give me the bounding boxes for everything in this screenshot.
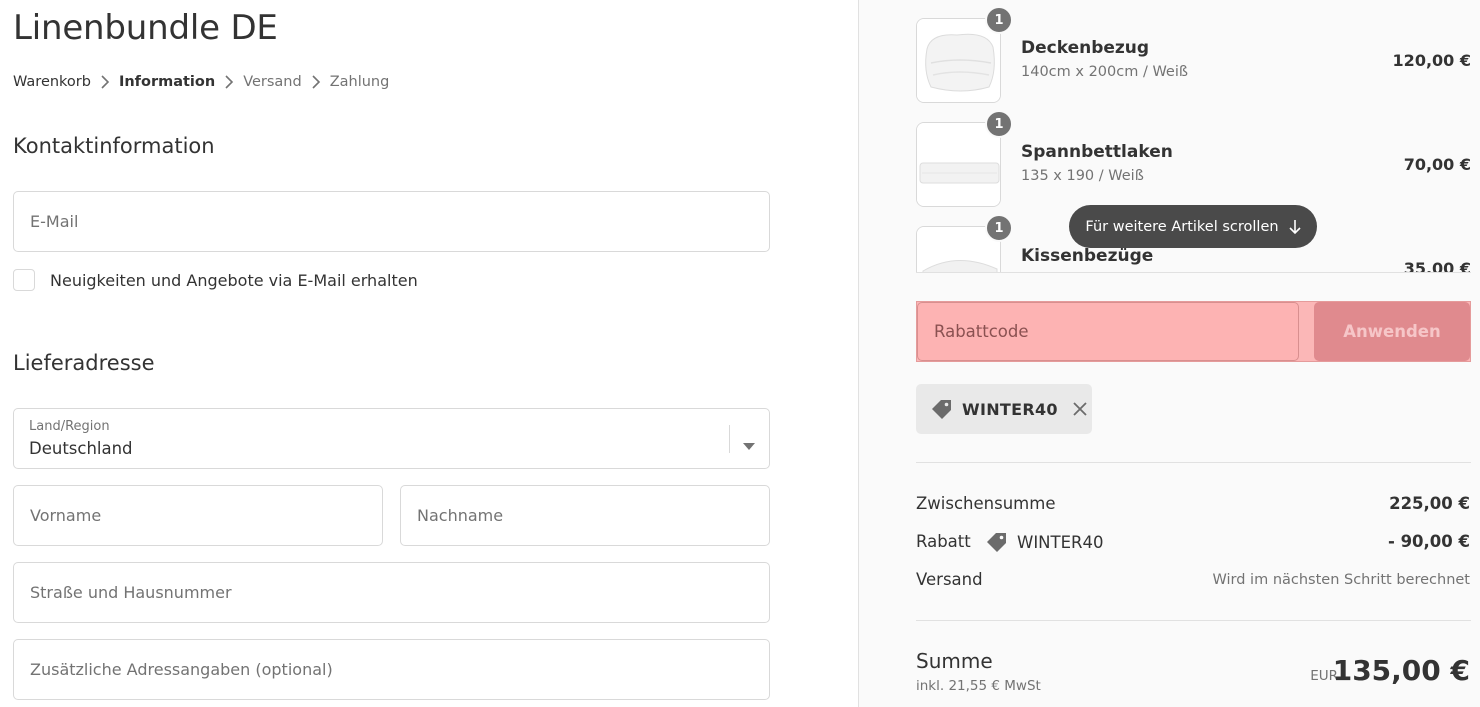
product-item: 1 Deckenbezug 140cm x 200cm / Weiß 120,0… — [916, 6, 1471, 106]
email-field-wrapper — [13, 191, 770, 252]
product-price: 120,00 € — [1392, 51, 1471, 70]
total-divider — [916, 620, 1471, 621]
caret-down-icon — [743, 435, 755, 454]
chevron-right-icon — [215, 75, 243, 89]
shipping-section-title: Lieferadresse — [13, 351, 155, 375]
shipping-label: Versand — [916, 570, 983, 589]
tag-icon — [987, 533, 1006, 552]
product-price: 35,00 € — [1403, 259, 1471, 272]
breadcrumb-information: Information — [118, 74, 216, 90]
product-item: 1 Spannbettlaken 135 x 190 / Weiß 70,00 … — [916, 110, 1471, 210]
scroll-hint-text: Für weitere Artikel scrollen — [1085, 218, 1279, 235]
total-label: Summe — [916, 649, 993, 673]
product-variant: 140cm x 200cm / Weiß — [1021, 64, 1189, 80]
scroll-hint[interactable]: Für weitere Artikel scrollen — [1069, 205, 1317, 248]
select-divider — [729, 425, 730, 453]
product-name: Kissenbezüge — [1021, 246, 1154, 266]
newsletter-label: Neuigkeiten und Angebote via E-Mail erha… — [50, 270, 418, 290]
tag-icon — [932, 400, 951, 419]
discount-code-display: WINTER40 — [985, 530, 1104, 554]
discount-row: Anwenden — [916, 301, 1471, 362]
discount-code-text: WINTER40 — [1017, 532, 1104, 552]
discount-code-input[interactable] — [918, 303, 1298, 360]
product-name: Deckenbezug — [1021, 38, 1150, 58]
apply-discount-button[interactable]: Anwenden — [1314, 302, 1470, 361]
summary-divider — [916, 462, 1471, 463]
shipping-value: Wird im nächsten Schritt berechnet — [1212, 572, 1470, 588]
lastname-field[interactable] — [401, 486, 769, 545]
chevron-right-icon — [302, 75, 330, 89]
discount-label: Rabatt — [916, 532, 971, 551]
newsletter-checkbox[interactable] — [13, 269, 35, 291]
subtotal-value: 225,00 € — [1389, 494, 1470, 513]
breadcrumb-zahlung: Zahlung — [329, 74, 390, 90]
address2-field-wrapper — [13, 639, 770, 700]
firstname-field-wrapper — [13, 485, 383, 546]
discount-field-wrapper — [917, 302, 1299, 361]
lastname-field-wrapper — [400, 485, 770, 546]
country-value: Deutschland — [29, 439, 133, 458]
product-variant: 135 x 190 / Weiß — [1021, 168, 1144, 184]
firstname-field[interactable] — [14, 486, 382, 545]
newsletter-row: Neuigkeiten und Angebote via E-Mail erha… — [13, 269, 418, 291]
product-list-divider — [916, 272, 1471, 273]
email-field[interactable] — [14, 192, 769, 251]
product-name: Spannbettlaken — [1021, 142, 1173, 162]
order-summary: 1 Deckenbezug 140cm x 200cm / Weiß 120,0… — [858, 0, 1480, 707]
quantity-badge: 1 — [985, 6, 1013, 34]
discount-value: - 90,00 € — [1387, 532, 1470, 551]
applied-discount-code: WINTER40 — [962, 399, 1058, 419]
street-field-wrapper — [13, 562, 770, 623]
checkout-main: Linenbundle DE Warenkorb Information Ver… — [0, 0, 858, 707]
chevron-right-icon — [91, 75, 119, 89]
arrow-down-icon — [1288, 219, 1301, 234]
breadcrumb: Warenkorb Information Versand Zahlung — [13, 74, 389, 90]
shop-title: Linenbundle DE — [13, 8, 278, 48]
breadcrumb-versand: Versand — [243, 74, 302, 90]
tax-note: inkl. 21,55 € MwSt — [916, 678, 1041, 694]
total-value: 135,00 € — [1332, 654, 1470, 687]
product-price: 70,00 € — [1403, 155, 1471, 174]
breadcrumb-warenkorb[interactable]: Warenkorb — [13, 74, 91, 90]
product-thumbnail — [916, 18, 1001, 103]
close-icon[interactable] — [1072, 401, 1088, 417]
product-list[interactable]: 1 Deckenbezug 140cm x 200cm / Weiß 120,0… — [859, 0, 1480, 272]
street-field[interactable] — [14, 563, 769, 622]
applied-discount-tag: WINTER40 — [916, 384, 1092, 434]
quantity-badge: 1 — [985, 214, 1013, 242]
quantity-badge: 1 — [985, 110, 1013, 138]
contact-section-title: Kontaktinformation — [13, 134, 215, 158]
subtotal-label: Zwischensumme — [916, 494, 1056, 513]
product-thumbnail — [916, 122, 1001, 207]
country-select[interactable]: Land/Region Deutschland — [13, 408, 770, 469]
address2-field[interactable] — [14, 640, 769, 699]
country-label: Land/Region — [29, 419, 110, 434]
